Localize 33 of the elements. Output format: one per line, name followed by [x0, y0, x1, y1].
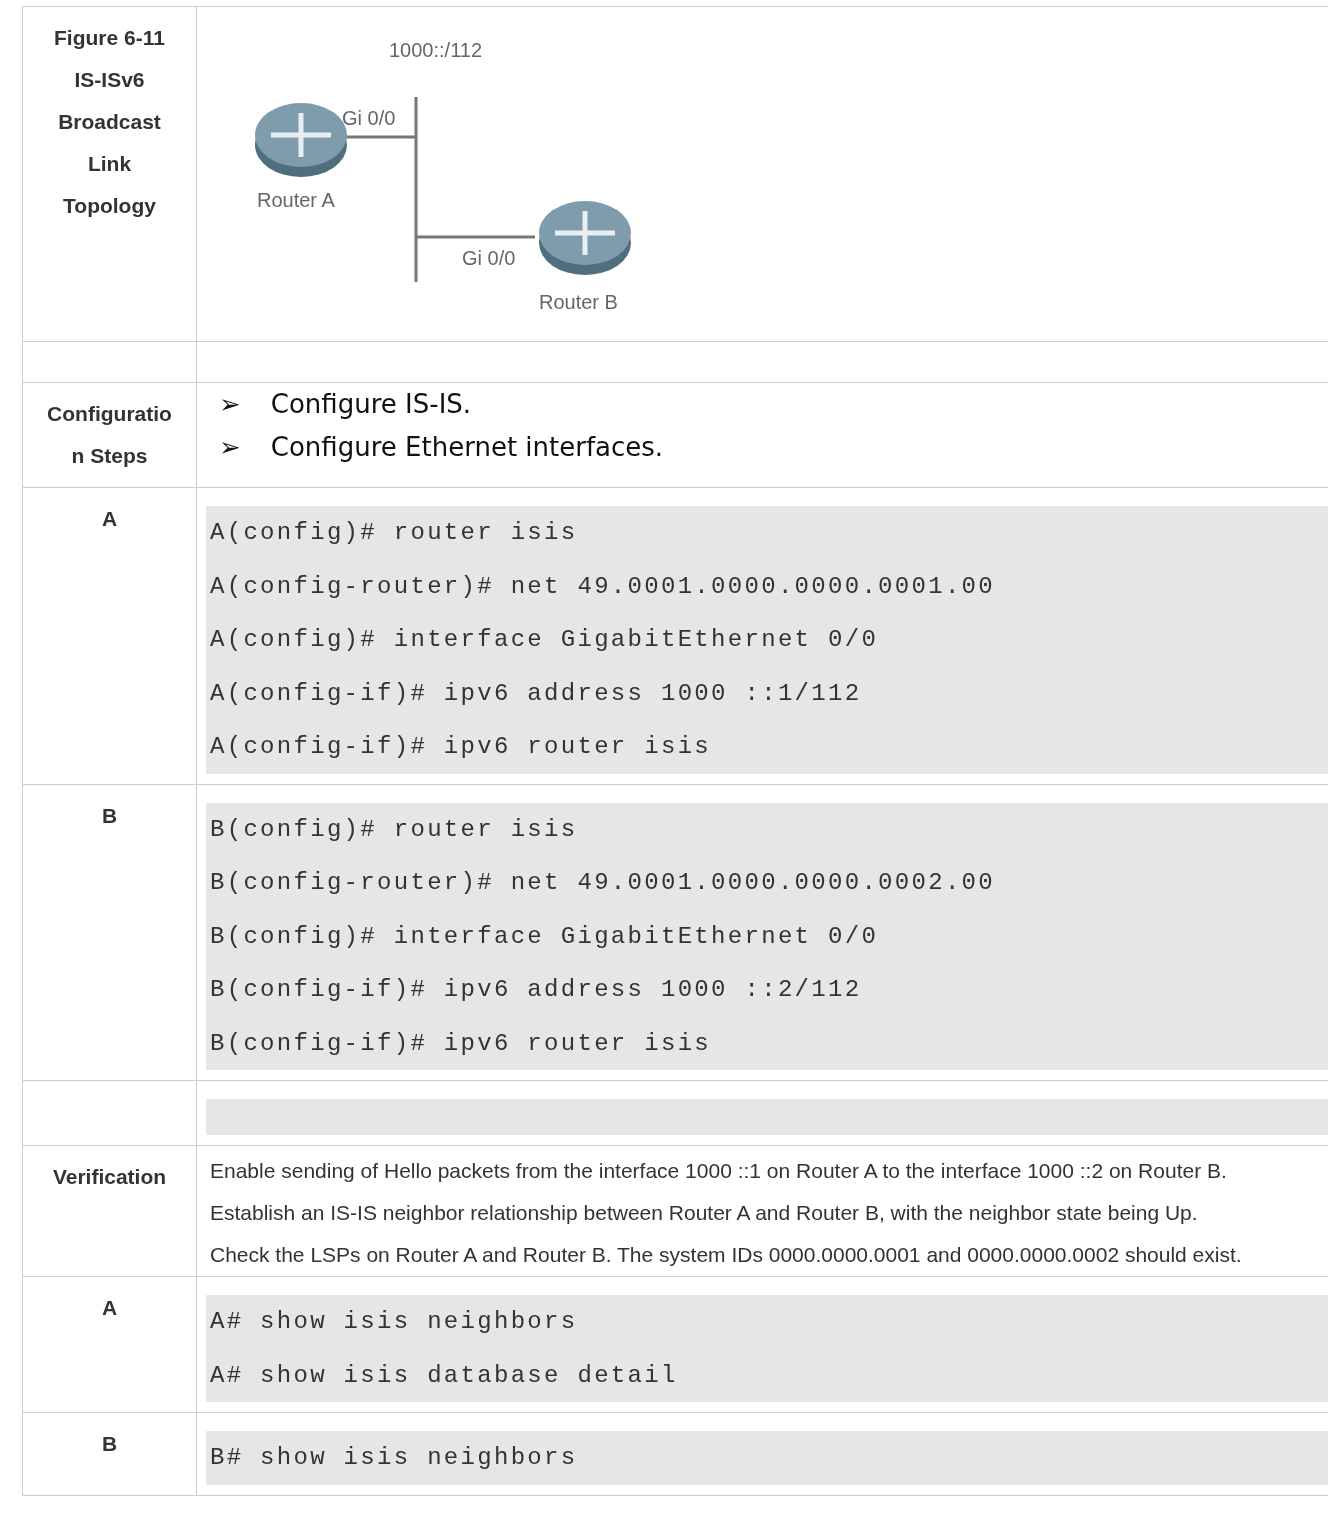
code-line: A# show isis database detail: [210, 1360, 679, 1391]
router-label: Router B: [539, 291, 618, 313]
code-line: B# show isis neighbors: [210, 1443, 579, 1473]
row-header: A: [101, 506, 118, 532]
row-header: A: [101, 1295, 118, 1321]
subnet-label: 1000::/112: [389, 39, 483, 61]
code-line: B(config)# router isis: [210, 814, 579, 845]
paragraph: Enable sending of Hello packets from the interface 1000 ::1 on Router A to the interface 1000 ::2 on Router B.: [210, 1158, 1228, 1184]
step-text: Configure IS-IS.: [270, 388, 472, 421]
code-line: A(config)# interface GigabitEthernet 0/0: [210, 625, 880, 655]
step-text: Configure Ethernet interfaces.: [270, 431, 664, 464]
row-header: Configuration Steps: [46, 401, 173, 469]
paragraph: Check the LSPs on Router A and Router B. The system IDs 0000.0000.0001 and 0000.0000.0002 should exist.: [210, 1242, 1243, 1268]
router-icon: [539, 201, 631, 275]
arrow-bullet: ➢: [219, 388, 241, 421]
code-line: B(config-if)# ipv6 address 1000 ::2/112: [210, 975, 863, 1005]
row-header: B: [101, 1431, 118, 1457]
code-line: A(config)# router isis: [210, 518, 579, 548]
code-line: B(config-router)# net 49.0001.0000.0000.0002.00: [210, 868, 996, 898]
row-header: B: [101, 802, 118, 829]
paragraph: Establish an IS-IS neighbor relationship between Router A and Router B, with the neighbor state being Up.: [210, 1200, 1199, 1226]
code-line: B(config-if)# ipv6 router isis: [210, 1028, 713, 1059]
code-line: B(config)# interface GigabitEthernet 0/0: [210, 921, 880, 952]
figure-caption: Figure 6-11 IS-ISv6 Broadcast Link Topology: [53, 25, 166, 219]
code-line: A(config-if)# ipv6 address 1000 ::1/112: [210, 678, 863, 709]
code-line: A(config-if)# ipv6 router isis: [210, 732, 713, 762]
port-label: Gi 0/0: [462, 247, 516, 269]
code-line: A# show isis neighbors: [210, 1307, 579, 1337]
router-label: Router A: [257, 189, 335, 211]
row-header: Verification: [52, 1164, 167, 1190]
arrow-bullet: ➢: [219, 431, 241, 464]
port-label: Gi 0/0: [342, 107, 396, 129]
code-line: A(config-router)# net 49.0001.0000.0000.0001.00: [210, 571, 996, 602]
